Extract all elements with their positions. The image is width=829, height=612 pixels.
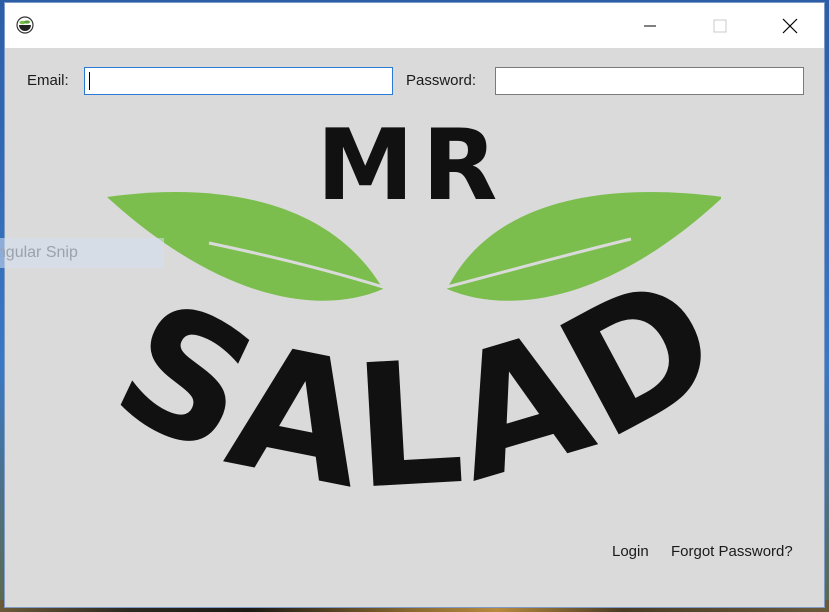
- close-icon: [782, 18, 798, 33]
- logo-mr-text: MR: [317, 111, 506, 223]
- close-button[interactable]: [755, 3, 825, 48]
- minimize-icon: [644, 25, 656, 26]
- text-caret: [89, 72, 90, 90]
- background-snip-tool-label: angular Snip: [0, 238, 164, 268]
- maximize-button[interactable]: [685, 3, 755, 48]
- login-link[interactable]: Login: [612, 543, 649, 560]
- email-label: Email:: [27, 72, 69, 89]
- forgot-password-link[interactable]: Forgot Password?: [671, 543, 793, 560]
- maximize-icon: [713, 19, 727, 32]
- title-bar[interactable]: [5, 3, 824, 48]
- logo-salad-text: SALAD: [101, 234, 721, 528]
- email-field[interactable]: [84, 67, 393, 95]
- snip-label-text: angular Snip: [0, 244, 78, 261]
- password-label: Password:: [406, 72, 477, 89]
- logo-salad-textpath: SALAD: [101, 234, 721, 528]
- salad-bowl-icon: [16, 16, 34, 34]
- login-window: Email: Password: MR SALAD Login Forgot P…: [4, 2, 825, 608]
- minimize-button[interactable]: [615, 3, 685, 48]
- mr-salad-logo: MR SALAD: [101, 111, 721, 528]
- password-field[interactable]: [495, 67, 804, 95]
